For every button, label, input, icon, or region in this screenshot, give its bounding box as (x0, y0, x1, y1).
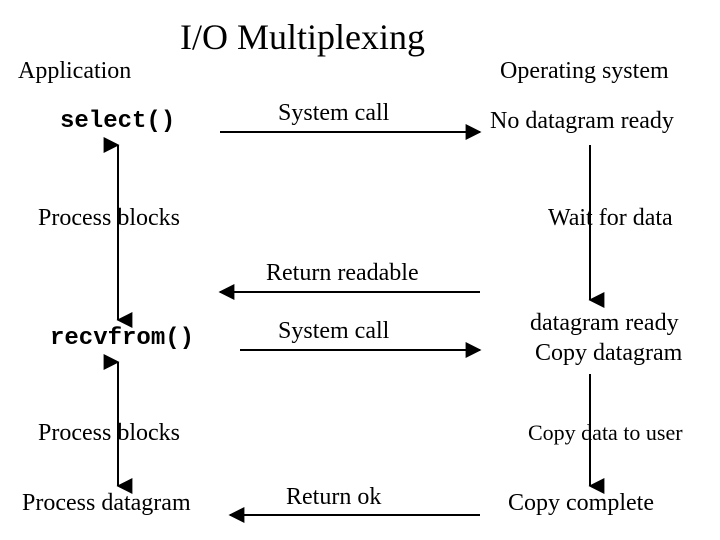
diagram-stage: I/O Multiplexing Application Operating s… (0, 0, 720, 540)
arrows-overlay (0, 0, 720, 540)
